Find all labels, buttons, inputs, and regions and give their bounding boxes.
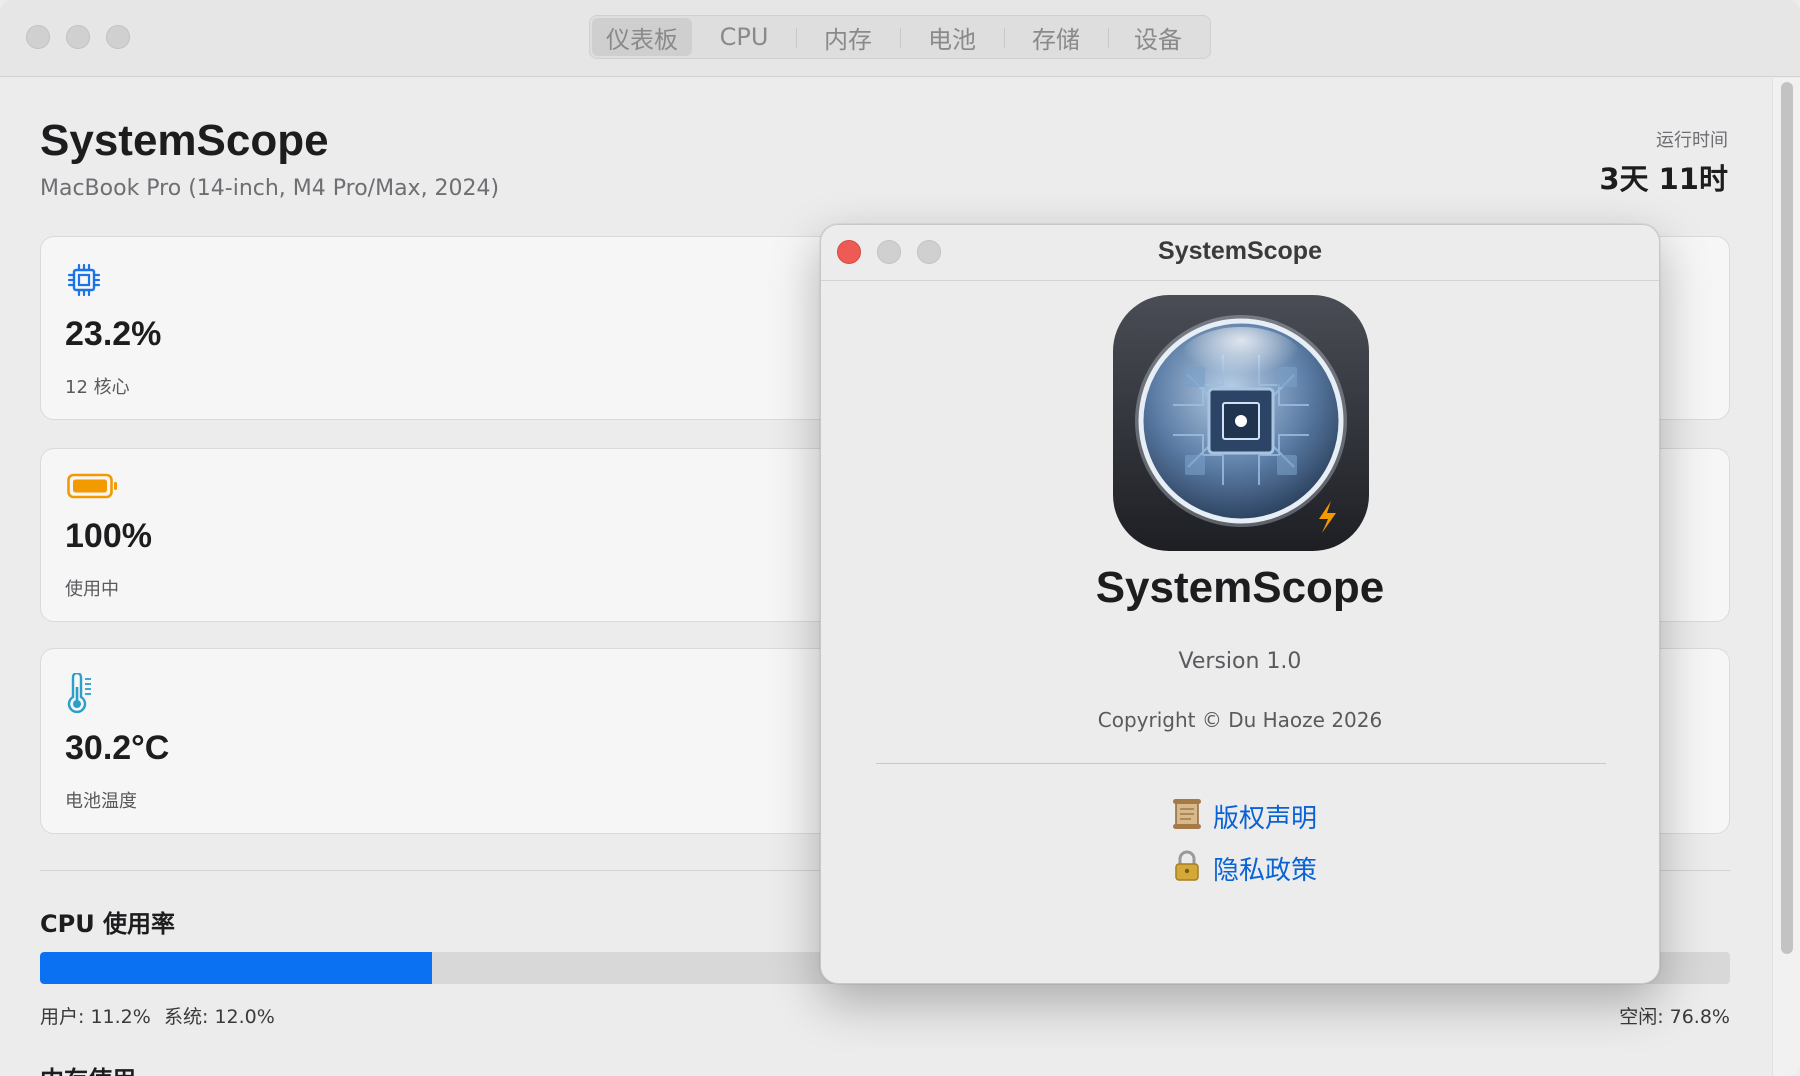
battery-level-value: 100% (65, 517, 152, 555)
uptime-label: 运行时间 (1656, 130, 1728, 151)
memory-usage-title: 内存使用 (40, 1060, 136, 1076)
about-version: Version 1.0 (1178, 649, 1302, 674)
tab-devices[interactable]: 设备 (1108, 18, 1208, 56)
tab-bar: 仪表板 CPU 内存 电池 存储 设备 (589, 15, 1211, 59)
page-title: SystemScope (40, 116, 329, 165)
uptime-value: 3天 11时 (1599, 162, 1728, 196)
about-window-title: SystemScope (1158, 237, 1322, 265)
about-copyright: Copyright © Du Haoze 2026 (1097, 708, 1383, 732)
tab-memory[interactable]: 内存 (796, 18, 900, 56)
battery-temperature-label: 电池温度 (65, 791, 137, 812)
thermometer-icon (67, 671, 97, 718)
titlebar: 仪表板 CPU 内存 电池 存储 设备 (0, 0, 1800, 77)
scroll-icon (1171, 797, 1203, 836)
battery-temperature-value: 30.2°C (65, 729, 170, 767)
cpu-core-count: 12 核心 (65, 377, 130, 398)
privacy-policy-link[interactable]: 隐私政策 (1171, 849, 1317, 888)
about-titlebar: SystemScope (821, 225, 1659, 281)
zoom-button[interactable] (106, 25, 130, 49)
battery-icon (67, 473, 119, 504)
tab-cpu[interactable]: CPU (692, 18, 796, 56)
scrollbar[interactable] (1772, 78, 1800, 1076)
tab-dashboard[interactable]: 仪表板 (592, 18, 692, 56)
app-icon (1113, 295, 1369, 551)
cpu-idle-stat: 空闲: 76.8% (1619, 1006, 1730, 1028)
minimize-button[interactable] (66, 25, 90, 49)
copyright-notice-link[interactable]: 版权声明 (1171, 797, 1317, 836)
device-model: MacBook Pro (14-inch, M4 Pro/Max, 2024) (40, 176, 500, 201)
cpu-chip-icon (67, 263, 101, 302)
cpu-usage-bar-fill (40, 952, 433, 984)
lock-icon (1171, 849, 1203, 888)
about-window: SystemScope SystemScope Version 1.0 Copy… (820, 224, 1660, 984)
battery-status: 使用中 (65, 579, 119, 600)
about-divider (876, 763, 1606, 764)
cpu-usage-value: 23.2% (65, 315, 162, 353)
tab-storage[interactable]: 存储 (1004, 18, 1108, 56)
cpu-user-stat: 用户: 11.2% (40, 1006, 151, 1028)
scrollbar-thumb[interactable] (1781, 82, 1793, 954)
cpu-usage-title: CPU 使用率 (40, 910, 176, 938)
privacy-policy-label[interactable]: 隐私政策 (1213, 850, 1317, 887)
tab-battery[interactable]: 电池 (900, 18, 1004, 56)
close-button[interactable] (26, 25, 50, 49)
cpu-system-stat: 系统: 12.0% (164, 1006, 275, 1028)
copyright-notice-label[interactable]: 版权声明 (1213, 798, 1317, 835)
about-app-name: SystemScope (1095, 563, 1385, 612)
